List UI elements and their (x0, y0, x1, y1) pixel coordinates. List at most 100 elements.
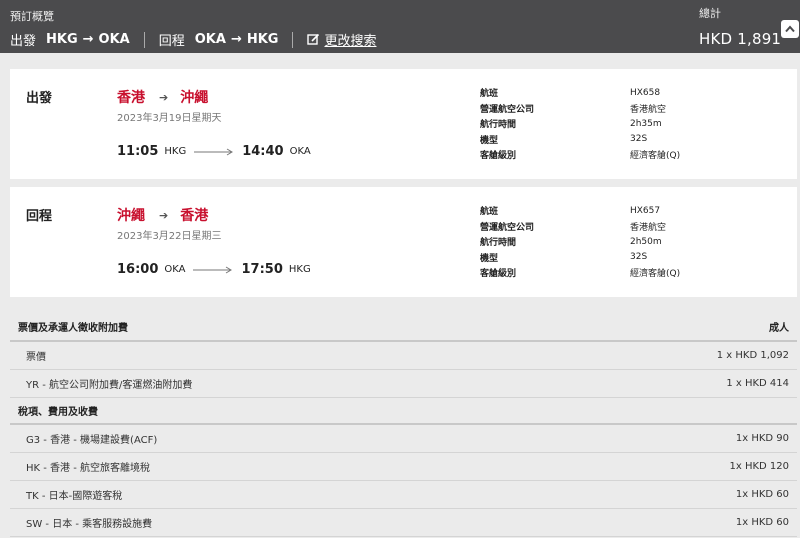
direction-label: 回程 (26, 209, 53, 224)
fare-breakdown: 票價及承運人徵收附加費 成人 票價 1 x HKD 1,092 YR - 航空公… (10, 313, 797, 537)
from-city: 香港 (117, 90, 145, 106)
outbound-to: OKA (98, 32, 130, 47)
direction-label: 出發 (26, 91, 53, 106)
fare-row: YR - 航空公司附加費/客運燃油附加費 1 x HKD 414 (10, 370, 797, 398)
fare-amount: 1 x HKD 1,092 (716, 350, 789, 361)
tax-amount: 1x HKD 60 (735, 489, 789, 500)
flight-times: 11:05 HKG 14:40 OKA (117, 144, 311, 159)
detail-row: 機型 32S (480, 250, 780, 266)
detail-key: 航行時間 (480, 238, 517, 249)
detail-row: 航行時間 2h50m (480, 234, 780, 250)
return-from: OKA (194, 32, 226, 47)
to-city: 香港 (180, 208, 209, 224)
departure-airport: OKA (164, 264, 186, 275)
detail-value: 2h50m (630, 236, 662, 247)
departure-time: 11:05 (117, 144, 159, 159)
fare-label: 票價 (26, 352, 46, 363)
long-arrow-icon (193, 266, 233, 273)
detail-value: HX658 (630, 87, 661, 98)
tax-label: HK - 香港 - 航空旅客離境稅 (26, 463, 151, 474)
arrow-right-icon: ➔ (159, 208, 169, 222)
total-label: 總計 (699, 7, 721, 20)
detail-value: 32S (630, 134, 648, 145)
arrival-airport: OKA (289, 146, 311, 157)
tax-row: HK - 香港 - 航空旅客離境稅 1x HKD 120 (10, 453, 797, 481)
total-amount: HKD 1,891 (699, 30, 782, 48)
detail-row: 機型 32S (480, 132, 780, 148)
detail-key: 客艙級別 (480, 269, 517, 280)
flight-details: 航班 HX657 營運航空公司 香港航空 航行時間 2h50m 機型 32S 客艙級別 經… (480, 203, 780, 281)
tax-row: G3 - 香港 - 機場建設費(ACF) 1x HKD 90 (10, 425, 797, 453)
tax-label: TK - 日本-國際遊客稅 (26, 491, 123, 502)
outbound-from: HKG (46, 32, 78, 47)
arrow-right-icon: ➔ (159, 90, 169, 104)
tax-amount: 1x HKD 90 (735, 433, 789, 444)
to-city: 沖繩 (180, 90, 209, 106)
detail-key: 營運航空公司 (480, 222, 535, 233)
detail-key: 客艙級別 (480, 151, 517, 162)
divider (292, 31, 294, 48)
tax-label: SW - 日本 - 乘客服務設施費 (26, 519, 153, 530)
arrival-time: 14:40 (242, 144, 284, 159)
passenger-type: 成人 (769, 323, 789, 334)
edit-search-link[interactable]: 更改搜索 (307, 30, 376, 49)
collapse-button[interactable] (781, 20, 799, 38)
detail-value: 32S (630, 252, 648, 263)
fare-section-header: 票價及承運人徵收附加費 成人 (10, 313, 797, 340)
city-pair: 香港 ➔ 沖繩 (117, 87, 208, 107)
tax-amount: 1x HKD 60 (735, 517, 789, 528)
overview-label: 預訂概覽 (10, 10, 54, 23)
detail-row: 航班 HX658 (480, 85, 780, 101)
detail-key: 航班 (480, 89, 499, 100)
detail-value: 2h35m (630, 118, 662, 129)
flight-times: 16:00 OKA 17:50 HKG (117, 262, 311, 277)
fare-label: YR - 航空公司附加費/客運燃油附加費 (26, 380, 193, 391)
chevron-up-icon (785, 25, 795, 33)
detail-value: 經濟客艙(Q) (630, 151, 681, 162)
detail-row: 客艙級別 經濟客艙(Q) (480, 265, 780, 281)
outbound-label: 出發 (10, 34, 37, 49)
divider (143, 31, 145, 48)
outbound-flight-card: 出發 香港 ➔ 沖繩 2023年3月19日星期天 11:05 HKG 14:40… (10, 69, 797, 179)
booking-summary-header: 預訂概覽 出發 HKG → OKA 回程 OKA → HKG 更改搜索 總計 H… (0, 0, 800, 53)
tax-row: TK - 日本-國際遊客稅 1x HKD 60 (10, 481, 797, 509)
detail-key: 航行時間 (480, 120, 517, 131)
route-summary: 出發 HKG → OKA 回程 OKA → HKG 更改搜索 (10, 30, 376, 49)
detail-row: 客艙級別 經濟客艙(Q) (480, 147, 780, 163)
fare-section-title: 票價及承運人徵收附加費 (18, 323, 128, 334)
detail-row: 營運航空公司 香港航空 (480, 219, 780, 235)
tax-label: G3 - 香港 - 機場建設費(ACF) (26, 435, 158, 446)
tax-section-title: 稅項、費用及收費 (10, 398, 797, 425)
detail-value: 香港航空 (630, 222, 667, 233)
detail-row: 營運航空公司 香港航空 (480, 101, 780, 117)
from-city: 沖繩 (117, 208, 145, 224)
detail-value: 經濟客艙(Q) (630, 269, 681, 280)
long-arrow-icon (194, 148, 234, 155)
edit-icon (307, 33, 320, 45)
tax-row: SW - 日本 - 乘客服務設施費 1x HKD 60 (10, 509, 797, 537)
fare-row: 票價 1 x HKD 1,092 (10, 342, 797, 370)
tax-amount: 1x HKD 120 (729, 461, 789, 472)
fare-amount: 1 x HKD 414 (726, 378, 789, 389)
detail-row: 航班 HX657 (480, 203, 780, 219)
detail-key: 機型 (480, 135, 499, 146)
detail-key: 營運航空公司 (480, 104, 535, 115)
edit-search-label: 更改搜索 (324, 34, 377, 49)
return-label: 回程 (158, 34, 185, 49)
flight-date: 2023年3月19日星期天 (117, 113, 222, 124)
detail-value: HX657 (630, 205, 661, 216)
city-pair: 沖繩 ➔ 香港 (117, 205, 208, 225)
detail-key: 航班 (480, 207, 499, 218)
arrival-time: 17:50 (241, 262, 283, 277)
detail-value: 香港航空 (630, 104, 667, 115)
flight-date: 2023年3月22日星期三 (117, 231, 222, 242)
detail-row: 航行時間 2h35m (480, 116, 780, 132)
return-to: HKG (246, 32, 279, 47)
detail-key: 機型 (480, 253, 499, 264)
flight-details: 航班 HX658 營運航空公司 香港航空 航行時間 2h35m 機型 32S 客艙級別 經… (480, 85, 780, 163)
return-flight-card: 回程 沖繩 ➔ 香港 2023年3月22日星期三 16:00 OKA 17:50… (10, 187, 797, 297)
arrival-airport: HKG (288, 264, 311, 275)
departure-time: 16:00 (117, 262, 159, 277)
arrow-right-icon: → (230, 32, 242, 47)
departure-airport: HKG (164, 146, 187, 157)
